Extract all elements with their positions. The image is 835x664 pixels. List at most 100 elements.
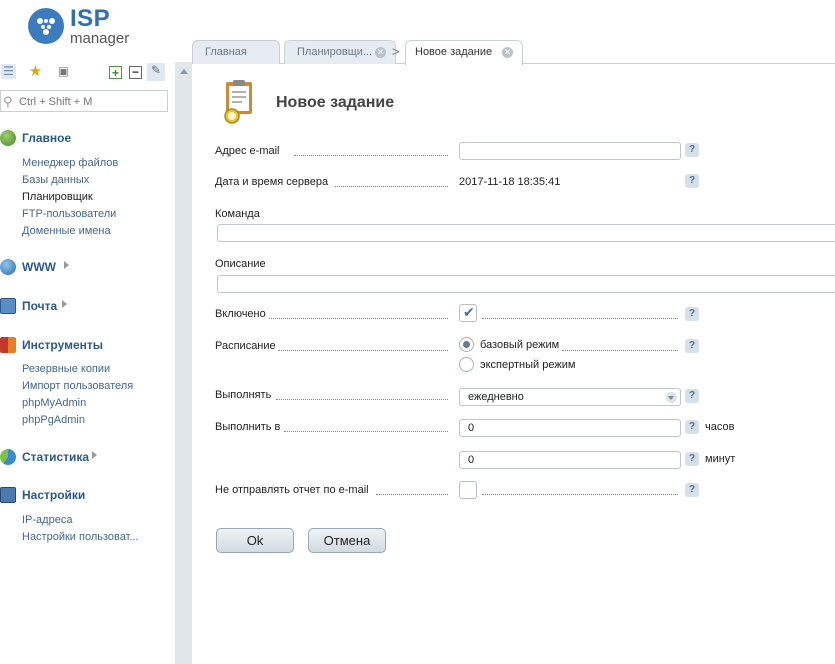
collapse-all-icon[interactable]: − xyxy=(129,66,142,79)
help-icon[interactable]: ? xyxy=(685,483,699,497)
pin-icon[interactable]: ✎ xyxy=(147,63,165,81)
minutes-unit-label: минут xyxy=(705,453,736,465)
label-leader xyxy=(278,350,448,351)
tree-icon[interactable]: ☰ xyxy=(1,64,16,79)
sidebar-item-domains[interactable]: Доменные имена xyxy=(22,225,111,237)
schedule-label: Расписание xyxy=(215,340,276,352)
sidebar-search[interactable]: ⚲ xyxy=(0,90,168,112)
server-time-label: Дата и время сервера xyxy=(215,176,329,188)
tab-new-task[interactable]: Новое задание ✕ xyxy=(405,40,523,65)
label-leader xyxy=(376,494,448,495)
monitor-icon xyxy=(0,487,16,503)
sidebar-item-backups[interactable]: Резервные копии xyxy=(22,363,110,375)
tab-main[interactable]: Главная xyxy=(192,40,280,64)
home-globe-icon xyxy=(0,130,16,146)
help-icon[interactable]: ? xyxy=(685,174,699,188)
chevron-right-icon xyxy=(92,451,97,459)
section-www-label: WWW xyxy=(22,260,56,274)
sidebar: ☰ ★ ▣ + − ✎ ⚲ Главное Менеджер файлов Ба… xyxy=(0,62,175,664)
form-panel: Новое задание Адрес e-mail ? Дата и врем… xyxy=(192,64,835,664)
page-title: Новое задание xyxy=(276,94,395,111)
scheduler-clipboard-icon xyxy=(218,78,262,124)
search-input[interactable] xyxy=(19,94,164,109)
hours-field[interactable] xyxy=(459,419,681,437)
tab-new-task-label: Новое задание xyxy=(415,46,493,58)
help-icon[interactable]: ? xyxy=(685,420,699,434)
label-leader xyxy=(294,155,448,156)
sidebar-item-file-manager[interactable]: Менеджер файлов xyxy=(22,157,118,169)
description-field[interactable] xyxy=(217,275,835,293)
sidebar-toolbar: ☰ ★ ▣ + − ✎ xyxy=(0,62,175,84)
schedule-basic-radio[interactable] xyxy=(459,337,474,352)
section-mail-label: Почта xyxy=(22,299,58,313)
tab-main-label: Главная xyxy=(205,46,247,58)
sidebar-splitter[interactable] xyxy=(175,62,192,664)
no-report-checkbox[interactable] xyxy=(459,481,477,499)
section-main-label: Главное xyxy=(22,131,72,145)
run-at-label: Выполнить в xyxy=(215,421,281,433)
sidebar-item-phppgadmin[interactable]: phpPgAdmin xyxy=(22,414,85,426)
section-settings-label: Настройки xyxy=(22,488,86,502)
help-icon[interactable]: ? xyxy=(685,307,699,321)
label-leader xyxy=(482,494,678,495)
close-icon[interactable]: ✕ xyxy=(502,47,513,58)
no-report-label: Не отправлять отчет по e-mail xyxy=(215,484,369,496)
search-icon: ⚲ xyxy=(3,94,13,109)
sidebar-item-scheduler[interactable]: Планировщик xyxy=(22,191,93,203)
schedule-basic-label[interactable]: базовый режим xyxy=(480,339,559,351)
label-leader xyxy=(269,318,448,319)
chevron-right-icon xyxy=(64,261,69,269)
logo-icon xyxy=(28,8,64,44)
sidebar-item-import-user[interactable]: Импорт пользователя xyxy=(22,380,133,392)
pie-chart-icon xyxy=(0,449,16,465)
sidebar-item-user-settings[interactable]: Настройки пользоват... xyxy=(22,531,139,543)
label-leader xyxy=(335,186,448,187)
sidebar-item-phpmyadmin[interactable]: phpMyAdmin xyxy=(22,397,86,409)
tools-icon xyxy=(0,337,16,353)
logo-manager-text: manager xyxy=(70,30,130,47)
server-time-value: 2017-11-18 18:35:41 xyxy=(459,176,561,188)
enabled-label: Включено xyxy=(215,308,266,320)
run-label: Выполнять xyxy=(215,389,272,401)
label-leader xyxy=(562,350,678,351)
chevron-down-icon xyxy=(666,392,677,403)
label-leader xyxy=(284,431,448,432)
tab-scheduler[interactable]: Планировщи... ✕ xyxy=(284,40,396,64)
enabled-checkbox[interactable]: ✔ xyxy=(459,304,477,322)
star-icon[interactable]: ★ xyxy=(28,64,43,79)
command-label: Команда xyxy=(215,208,260,220)
tab-scheduler-label: Планировщи... xyxy=(297,46,373,58)
close-icon[interactable]: ✕ xyxy=(375,47,386,58)
ok-button[interactable]: Ok xyxy=(216,528,294,553)
help-icon[interactable]: ? xyxy=(685,143,699,157)
logo-isp-text: ISP xyxy=(70,5,111,32)
briefcase-icon[interactable]: ▣ xyxy=(56,64,71,79)
sidebar-item-ftp-users[interactable]: FTP-пользователи xyxy=(22,208,116,220)
schedule-expert-radio[interactable] xyxy=(459,357,474,372)
email-field[interactable] xyxy=(459,142,681,160)
section-tools-label: Инструменты xyxy=(22,338,104,352)
expand-all-icon[interactable]: + xyxy=(109,66,122,79)
chevron-right-icon: > xyxy=(392,44,400,59)
run-frequency-select[interactable]: ежедневно xyxy=(459,388,681,406)
run-frequency-value: ежедневно xyxy=(468,391,524,403)
sidebar-item-ip-addresses[interactable]: IP-адреса xyxy=(22,514,72,526)
collapse-arrow-icon[interactable] xyxy=(180,69,188,74)
cancel-button[interactable]: Отмена xyxy=(308,528,386,553)
help-icon[interactable]: ? xyxy=(685,389,699,403)
isp-manager-logo: ISP manager xyxy=(28,5,158,50)
hours-unit-label: часов xyxy=(705,421,735,433)
label-leader xyxy=(276,399,448,400)
schedule-expert-label[interactable]: экспертный режим xyxy=(480,359,575,371)
label-leader xyxy=(482,318,678,319)
section-stats-label: Статистика xyxy=(22,450,90,464)
command-field[interactable] xyxy=(217,224,835,242)
help-icon[interactable]: ? xyxy=(685,339,699,353)
minutes-field[interactable] xyxy=(459,451,681,469)
globe-icon xyxy=(0,259,16,275)
email-label: Адрес e-mail xyxy=(215,145,280,157)
check-icon: ✔ xyxy=(463,304,475,320)
sidebar-item-databases[interactable]: Базы данных xyxy=(22,174,89,186)
chevron-right-icon xyxy=(62,300,67,308)
help-icon[interactable]: ? xyxy=(685,452,699,466)
